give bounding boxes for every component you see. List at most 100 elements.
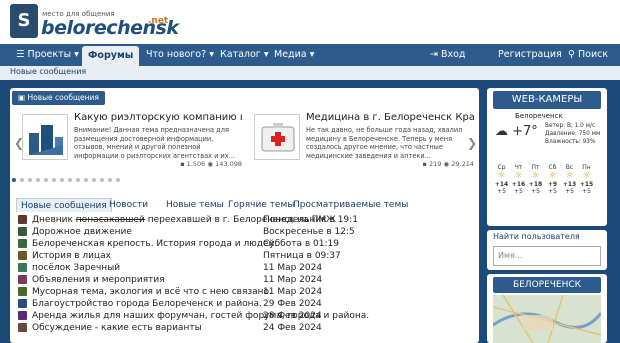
- new-posts-tag[interactable]: ▣ Новые сообщения: [12, 91, 105, 105]
- table-row[interactable]: Благоустройство города Белореченск и рай…: [16, 298, 476, 310]
- forum-icon: [18, 275, 27, 284]
- slider-dot[interactable]: [108, 178, 112, 182]
- list-icon: ☰: [16, 49, 28, 60]
- table-row[interactable]: Белореченская крепость. История города и…: [16, 238, 476, 250]
- nav-search[interactable]: ⚲ Поиск: [562, 44, 614, 66]
- thread-date: 11 Мар 2024: [263, 275, 323, 285]
- breadcrumb-new-posts[interactable]: Новые сообщения: [10, 67, 86, 76]
- thread-title[interactable]: Объявления и мероприятия: [32, 274, 165, 286]
- slider-dot[interactable]: [76, 178, 80, 182]
- slider-dot[interactable]: [68, 178, 72, 182]
- thread-tabs: Новые сообщения Новости Новые темы Горяч…: [16, 198, 476, 212]
- forum-icon: [18, 323, 27, 332]
- table-row[interactable]: Дорожное движение Воскресенье в 12:5: [16, 226, 476, 238]
- thread-date: Суббота в 01:19: [263, 239, 339, 249]
- tab-new-posts[interactable]: Новые сообщения: [16, 198, 112, 212]
- table-row[interactable]: Обсуждение - какие есть варианты 24 Фев 2…: [16, 322, 476, 334]
- slider-dot[interactable]: [12, 178, 16, 182]
- thread-title[interactable]: посёлок Заречный: [32, 262, 120, 274]
- weather-details: Ветер: В, 1.0 м/с Давление: 750 мм Влажн…: [545, 123, 601, 145]
- weather-widget[interactable]: Белореченск ☁ +7° Ветер: В, 1.0 м/с Давл…: [493, 112, 601, 226]
- tab-watched-threads[interactable]: Просматриваемые темы: [293, 198, 408, 212]
- find-user-widget: Найти пользователя Имя...: [487, 230, 607, 270]
- main-nav: ☰ Проекты ▾ Форумы Что нового? ▾ Каталог…: [0, 44, 620, 66]
- site-header: S место для общения belorechensk .net: [0, 0, 620, 44]
- tab-new-threads[interactable]: Новые темы: [166, 198, 224, 212]
- weather-city: Белореченск: [515, 112, 563, 120]
- map-widget: БЕЛОРЕЧЕНСК: [487, 274, 607, 343]
- slider-dot[interactable]: [84, 178, 88, 182]
- slider-dot[interactable]: [116, 178, 120, 182]
- search-icon: ⚲: [568, 49, 578, 60]
- forum-icon: [18, 251, 27, 260]
- table-row[interactable]: История в лицах Пятница в 09:37: [16, 250, 476, 262]
- slider-card-title[interactable]: Медицина в г. Белореченск Краснода...: [306, 112, 474, 123]
- sun-cloud-icon: ☼: [531, 171, 540, 181]
- sun-cloud-icon: ☼: [497, 171, 506, 181]
- forum-icon: [18, 215, 27, 224]
- main-panel: ▣ Новые сообщения ❮ ❯ Какую риэлторскую …: [10, 88, 479, 343]
- table-row[interactable]: посёлок Заречный 11 Мар 2024: [16, 262, 476, 274]
- slider-card-text: Внимание! Данная тема предназначена для …: [74, 126, 235, 160]
- sun-cloud-icon: ☼: [548, 171, 557, 181]
- thread-title[interactable]: Мусорная тема, экология и всё что с нею …: [32, 286, 272, 298]
- sun-cloud-icon: ☼: [582, 171, 591, 181]
- breadcrumb: Новые сообщения: [0, 66, 620, 80]
- slider-card[interactable]: Какую риэлторскую компанию выбра... Вним…: [16, 108, 246, 170]
- slider-dot[interactable]: [44, 178, 48, 182]
- forum-icon: [18, 239, 27, 248]
- slider-card[interactable]: Медицина в г. Белореченск Краснода... Не…: [248, 108, 478, 170]
- forum-icon: [18, 287, 27, 296]
- table-row[interactable]: Аренда жилья для наших форумчан, гостей …: [16, 310, 476, 322]
- buildings-thumbnail: [22, 114, 68, 160]
- thread-title[interactable]: Дорожное движение: [32, 226, 132, 238]
- webcams-widget: WEB-КАМЕРЫ Белореченск ☁ +7° Ветер: В, 1…: [487, 88, 607, 226]
- nav-catalog[interactable]: Каталог ▾: [214, 44, 275, 66]
- slider-dot[interactable]: [100, 178, 104, 182]
- city-map[interactable]: [492, 294, 603, 343]
- chevron-down-icon: ▾: [306, 49, 315, 60]
- slider-dot[interactable]: [20, 178, 24, 182]
- slider-card-text: Не так давно, не больше года назад, хвал…: [306, 126, 463, 160]
- table-row[interactable]: Мусорная тема, экология и всё что с нею …: [16, 286, 476, 298]
- site-logo[interactable]: S место для общения belorechensk .net: [10, 4, 179, 40]
- thread-date: 29 Фев 2024: [263, 299, 322, 309]
- nav-projects[interactable]: ☰ Проекты ▾: [10, 44, 85, 66]
- slider-pagination: [12, 174, 124, 182]
- thread-title[interactable]: Обсуждение - какие есть варианты: [32, 322, 202, 334]
- tab-news[interactable]: Новости: [109, 198, 148, 212]
- slider-card-stats: ▪ 1.506 ◉ 143.098: [180, 160, 242, 168]
- slider-dot[interactable]: [36, 178, 40, 182]
- nav-register[interactable]: Регистрация: [492, 44, 568, 66]
- tab-hot-threads[interactable]: Горячие темы: [228, 198, 294, 212]
- logo-mark: S: [10, 4, 38, 38]
- thread-list: Дневник понасахавшей переехавшей в г. Бе…: [16, 214, 476, 334]
- nav-media[interactable]: Медиа ▾: [268, 44, 320, 66]
- chevron-down-icon: ▾: [71, 49, 79, 60]
- thread-date: Воскресенье в 12:5: [263, 227, 355, 237]
- slider-card-title[interactable]: Какую риэлторскую компанию выбра...: [74, 112, 242, 123]
- forum-icon: [18, 311, 27, 320]
- slider-dot[interactable]: [28, 178, 32, 182]
- map-title[interactable]: БЕЛОРЕЧЕНСК: [493, 277, 601, 293]
- webcams-title[interactable]: WEB-КАМЕРЫ: [493, 91, 601, 109]
- thread-title[interactable]: Благоустройство города Белореченск и рай…: [32, 298, 262, 310]
- thread-title[interactable]: История в лицах: [32, 250, 111, 262]
- slider-dot[interactable]: [92, 178, 96, 182]
- find-user-title: Найти пользователя: [493, 232, 580, 241]
- nav-forums[interactable]: Форумы: [82, 46, 140, 66]
- login-icon: ⇥: [430, 49, 441, 60]
- slider-dot[interactable]: [60, 178, 64, 182]
- slider-dot[interactable]: [52, 178, 56, 182]
- forum-icon: [18, 299, 27, 308]
- nav-login[interactable]: ⇥ Вход: [424, 44, 472, 66]
- thread-title[interactable]: Белореченская крепость. История города и…: [32, 238, 277, 250]
- nav-whats-new[interactable]: Что нового? ▾: [140, 44, 220, 66]
- sun-cloud-icon: ☼: [514, 171, 523, 181]
- table-row[interactable]: Дневник понасахавшей переехавшей в г. Бе…: [16, 214, 476, 226]
- weather-temp: ☁ +7°: [495, 124, 538, 139]
- thread-date: 11 Мар 2024: [263, 263, 323, 273]
- username-input[interactable]: Имя...: [493, 246, 601, 266]
- table-row[interactable]: Объявления и мероприятия 11 Мар 2024: [16, 274, 476, 286]
- forum-icon: [18, 263, 27, 272]
